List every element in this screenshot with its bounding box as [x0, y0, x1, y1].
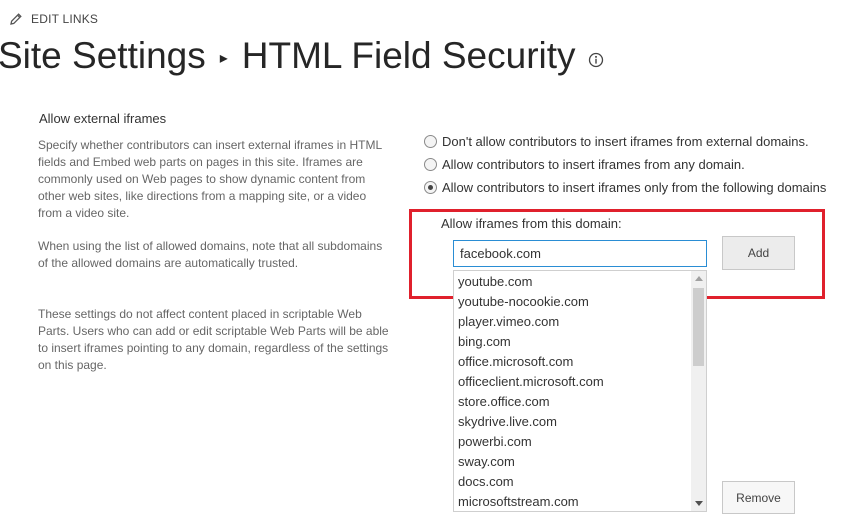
list-item[interactable]: officeclient.microsoft.com	[458, 372, 604, 392]
subdomain-note: When using the list of allowed domains, …	[38, 239, 383, 270]
option-label: Allow contributors to insert iframes onl…	[442, 179, 827, 195]
scroll-up-arrow-icon[interactable]	[691, 271, 706, 286]
breadcrumb-site-settings[interactable]: Site Settings	[0, 35, 206, 77]
list-item[interactable]: bing.com	[458, 332, 511, 352]
list-item[interactable]: powerbi.com	[458, 432, 532, 452]
allowed-domains-list[interactable]: youtube.com youtube-nocookie.com player.…	[453, 270, 707, 512]
page-title-text: HTML Field Security	[241, 35, 576, 76]
edit-links-label: EDIT LINKS	[31, 12, 99, 26]
list-item[interactable]: youtube.com	[458, 272, 532, 292]
radio-button[interactable]	[424, 157, 437, 171]
list-item[interactable]: player.vimeo.com	[458, 312, 559, 332]
domain-input[interactable]	[453, 240, 707, 267]
section-description: Specify whether contributors can insert …	[38, 138, 382, 220]
domain-field-label: Allow iframes from this domain:	[441, 216, 622, 231]
info-icon[interactable]	[588, 52, 604, 68]
section-title: Allow external iframes	[39, 111, 167, 126]
pencil-icon	[10, 13, 22, 25]
add-domain-button[interactable]: Add	[722, 236, 795, 270]
list-item[interactable]: docs.com	[458, 472, 514, 492]
list-item[interactable]: office.microsoft.com	[458, 352, 573, 372]
option-label: Allow contributors to insert iframes fro…	[442, 156, 745, 172]
page-title: Site Settings ▸ HTML Field Security	[0, 30, 604, 82]
scriptable-webparts-note: These settings do not affect content pla…	[38, 307, 389, 372]
scroll-thumb[interactable]	[693, 288, 704, 366]
option-label: Don't allow contributors to insert ifram…	[442, 133, 809, 149]
radio-button-selected[interactable]	[424, 180, 437, 194]
list-scrollbar[interactable]	[691, 271, 706, 511]
edit-links-button[interactable]: EDIT LINKS	[9, 10, 98, 28]
list-item[interactable]: sway.com	[458, 452, 515, 472]
option-allow-any-domain[interactable]: Allow contributors to insert iframes fro…	[424, 154, 745, 174]
scroll-down-arrow-icon[interactable]	[691, 496, 706, 511]
option-disallow-iframes[interactable]: Don't allow contributors to insert ifram…	[424, 131, 809, 151]
list-item[interactable]: store.office.com	[458, 392, 550, 412]
list-item[interactable]: skydrive.live.com	[458, 412, 557, 432]
radio-button[interactable]	[424, 134, 437, 148]
list-item[interactable]: youtube-nocookie.com	[458, 292, 589, 312]
option-allow-listed-domains[interactable]: Allow contributors to insert iframes onl…	[424, 177, 826, 197]
remove-domain-button[interactable]: Remove	[722, 481, 795, 514]
list-item[interactable]: microsoftstream.com	[458, 492, 579, 511]
breadcrumb-separator: ▸	[219, 50, 228, 67]
